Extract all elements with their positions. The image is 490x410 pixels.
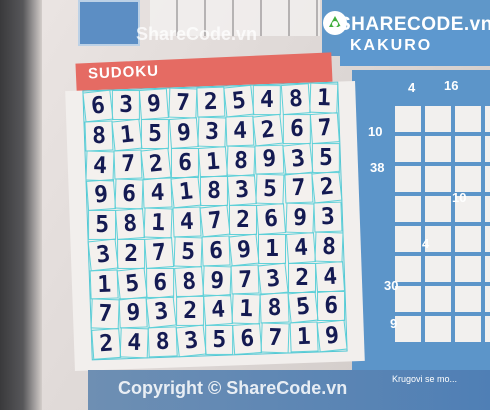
sudoku-cell: 5 bbox=[223, 84, 255, 118]
sudoku-cell: 3 bbox=[112, 90, 141, 120]
kakuro-clue: 4 bbox=[422, 236, 430, 251]
sudoku-cell: 7 bbox=[90, 298, 120, 330]
sudoku-cell: 9 bbox=[168, 116, 199, 149]
sudoku-cell: 7 bbox=[144, 236, 175, 269]
sudoku-cell: 8 bbox=[199, 176, 229, 207]
sudoku-cell: 7 bbox=[260, 322, 291, 354]
sudoku-cell: 3 bbox=[175, 324, 207, 358]
kakuro-clue: 38 bbox=[370, 160, 385, 175]
sudoku-cell: 2 bbox=[196, 86, 226, 118]
sudoku-cell: 6 bbox=[82, 89, 114, 123]
sudoku-cell: 7 bbox=[113, 149, 143, 180]
sudoku-cell: 4 bbox=[285, 231, 316, 264]
sudoku-cell: 9 bbox=[284, 202, 315, 234]
kakuro-clue: 10 bbox=[452, 190, 467, 205]
brand-text: SHARECODE.vn bbox=[338, 14, 490, 35]
sudoku-cell: 1 bbox=[143, 207, 174, 239]
sudoku-cell: 7 bbox=[230, 264, 260, 295]
sudoku-cell: 6 bbox=[201, 235, 231, 267]
sudoku-cell: 8 bbox=[173, 265, 204, 298]
sudoku-cell: 8 bbox=[226, 145, 256, 176]
kakuro-white-cells bbox=[395, 102, 490, 342]
sudoku-cell: 9 bbox=[202, 265, 232, 296]
kakuro-clue: 30 bbox=[384, 278, 399, 293]
footer-text: Krugovi se mo... bbox=[392, 374, 458, 384]
sudoku-cell: 2 bbox=[91, 328, 122, 360]
sudoku-cell: 4 bbox=[314, 260, 345, 293]
kakuro-clue: 9 bbox=[390, 316, 398, 331]
copyright-watermark: Copyright © ShareCode.vn bbox=[118, 378, 348, 398]
sudoku-cell: 7 bbox=[168, 87, 198, 119]
sudoku-cell: 1 bbox=[231, 293, 261, 325]
sudoku-cell: 9 bbox=[139, 88, 170, 120]
dark-edge bbox=[0, 0, 42, 410]
sudoku-cell: 2 bbox=[287, 262, 316, 293]
sudoku-cell: 1 bbox=[197, 145, 229, 178]
sudoku-cell: 8 bbox=[259, 292, 290, 324]
sudoku-cell: 3 bbox=[197, 116, 227, 148]
sudoku-cell: 4 bbox=[119, 327, 150, 359]
sudoku-cell: 1 bbox=[258, 233, 287, 264]
sudoku-cell: 6 bbox=[256, 203, 287, 235]
sudoku-cell: 5 bbox=[205, 325, 234, 355]
sudoku-cell: 3 bbox=[281, 142, 314, 175]
sudoku-cell: 9 bbox=[254, 144, 284, 175]
sudoku-cell: 7 bbox=[199, 204, 231, 238]
sudoku-cell: 5 bbox=[255, 173, 285, 205]
sudoku-cell: 7 bbox=[283, 172, 314, 204]
sudoku-cell: 2 bbox=[117, 238, 146, 269]
sudoku-cell: 8 bbox=[148, 326, 178, 358]
sudoku-cell: 5 bbox=[116, 267, 149, 300]
sudoku-cell: 4 bbox=[142, 177, 173, 209]
sudoku-title: SUDOKU bbox=[87, 62, 160, 83]
sudoku-cell: 2 bbox=[175, 296, 205, 327]
kakuro-clue: 10 bbox=[368, 124, 383, 139]
sudoku-cell: 3 bbox=[313, 201, 343, 233]
sudoku-cell: 1 bbox=[289, 321, 319, 353]
sudoku-cell: 1 bbox=[309, 82, 339, 114]
sudoku-cell: 5 bbox=[173, 236, 203, 268]
sudoku-cell: 6 bbox=[114, 178, 144, 210]
sudoku-cell: 5 bbox=[88, 210, 117, 240]
sudoku-cell: 9 bbox=[316, 319, 348, 353]
sudoku-cell: 2 bbox=[252, 113, 284, 147]
sudoku-cell: 6 bbox=[232, 323, 263, 355]
kakuro-clue: 4 bbox=[408, 80, 416, 95]
sudoku-cell: 3 bbox=[87, 238, 119, 271]
sudoku-cell: 5 bbox=[287, 291, 319, 324]
sudoku-cell: 4 bbox=[85, 150, 115, 181]
top-left-blue-box bbox=[78, 0, 140, 46]
sudoku-cell: 4 bbox=[202, 294, 234, 327]
sudoku-cell: 5 bbox=[141, 118, 170, 149]
sudoku-cell: 9 bbox=[118, 297, 149, 329]
sudoku-cell: 6 bbox=[146, 267, 175, 298]
sudoku-cell: 7 bbox=[309, 111, 340, 144]
sudoku-cell: 8 bbox=[280, 83, 311, 115]
sudoku-cell: 9 bbox=[86, 179, 117, 212]
sudoku-cell: 1 bbox=[89, 269, 119, 300]
sudoku-cell: 4 bbox=[253, 85, 282, 115]
sudoku-cell: 8 bbox=[84, 120, 114, 152]
watermark-text: ShareCode.vn bbox=[136, 24, 258, 44]
sudoku-cell: 1 bbox=[111, 118, 143, 151]
sudoku-cell: 5 bbox=[311, 142, 340, 173]
sudoku-cell: 9 bbox=[228, 233, 260, 267]
kakuro-title: KAKURO bbox=[350, 37, 433, 54]
sudoku-cell: 6 bbox=[170, 147, 199, 178]
sudoku-cell: 2 bbox=[140, 147, 173, 180]
sudoku-cell: 4 bbox=[172, 206, 202, 238]
sudoku-cell: 6 bbox=[282, 113, 311, 144]
sudoku-cell: 6 bbox=[316, 291, 346, 322]
sudoku-cell: 8 bbox=[115, 208, 146, 240]
sudoku-cell: 1 bbox=[170, 175, 202, 209]
sudoku-cell: 3 bbox=[257, 262, 290, 295]
sudoku-grid: 6397254818159342674726189359641835725814… bbox=[82, 81, 348, 361]
kakuro-clue: 16 bbox=[444, 78, 459, 93]
sudoku-cell: 3 bbox=[146, 295, 178, 329]
sudoku-cell: 3 bbox=[227, 174, 258, 207]
sudoku-cell: 4 bbox=[225, 115, 255, 147]
sudoku-cell: 8 bbox=[314, 231, 344, 263]
sudoku-cell: 2 bbox=[229, 205, 258, 235]
sudoku-cell: 2 bbox=[311, 171, 343, 204]
